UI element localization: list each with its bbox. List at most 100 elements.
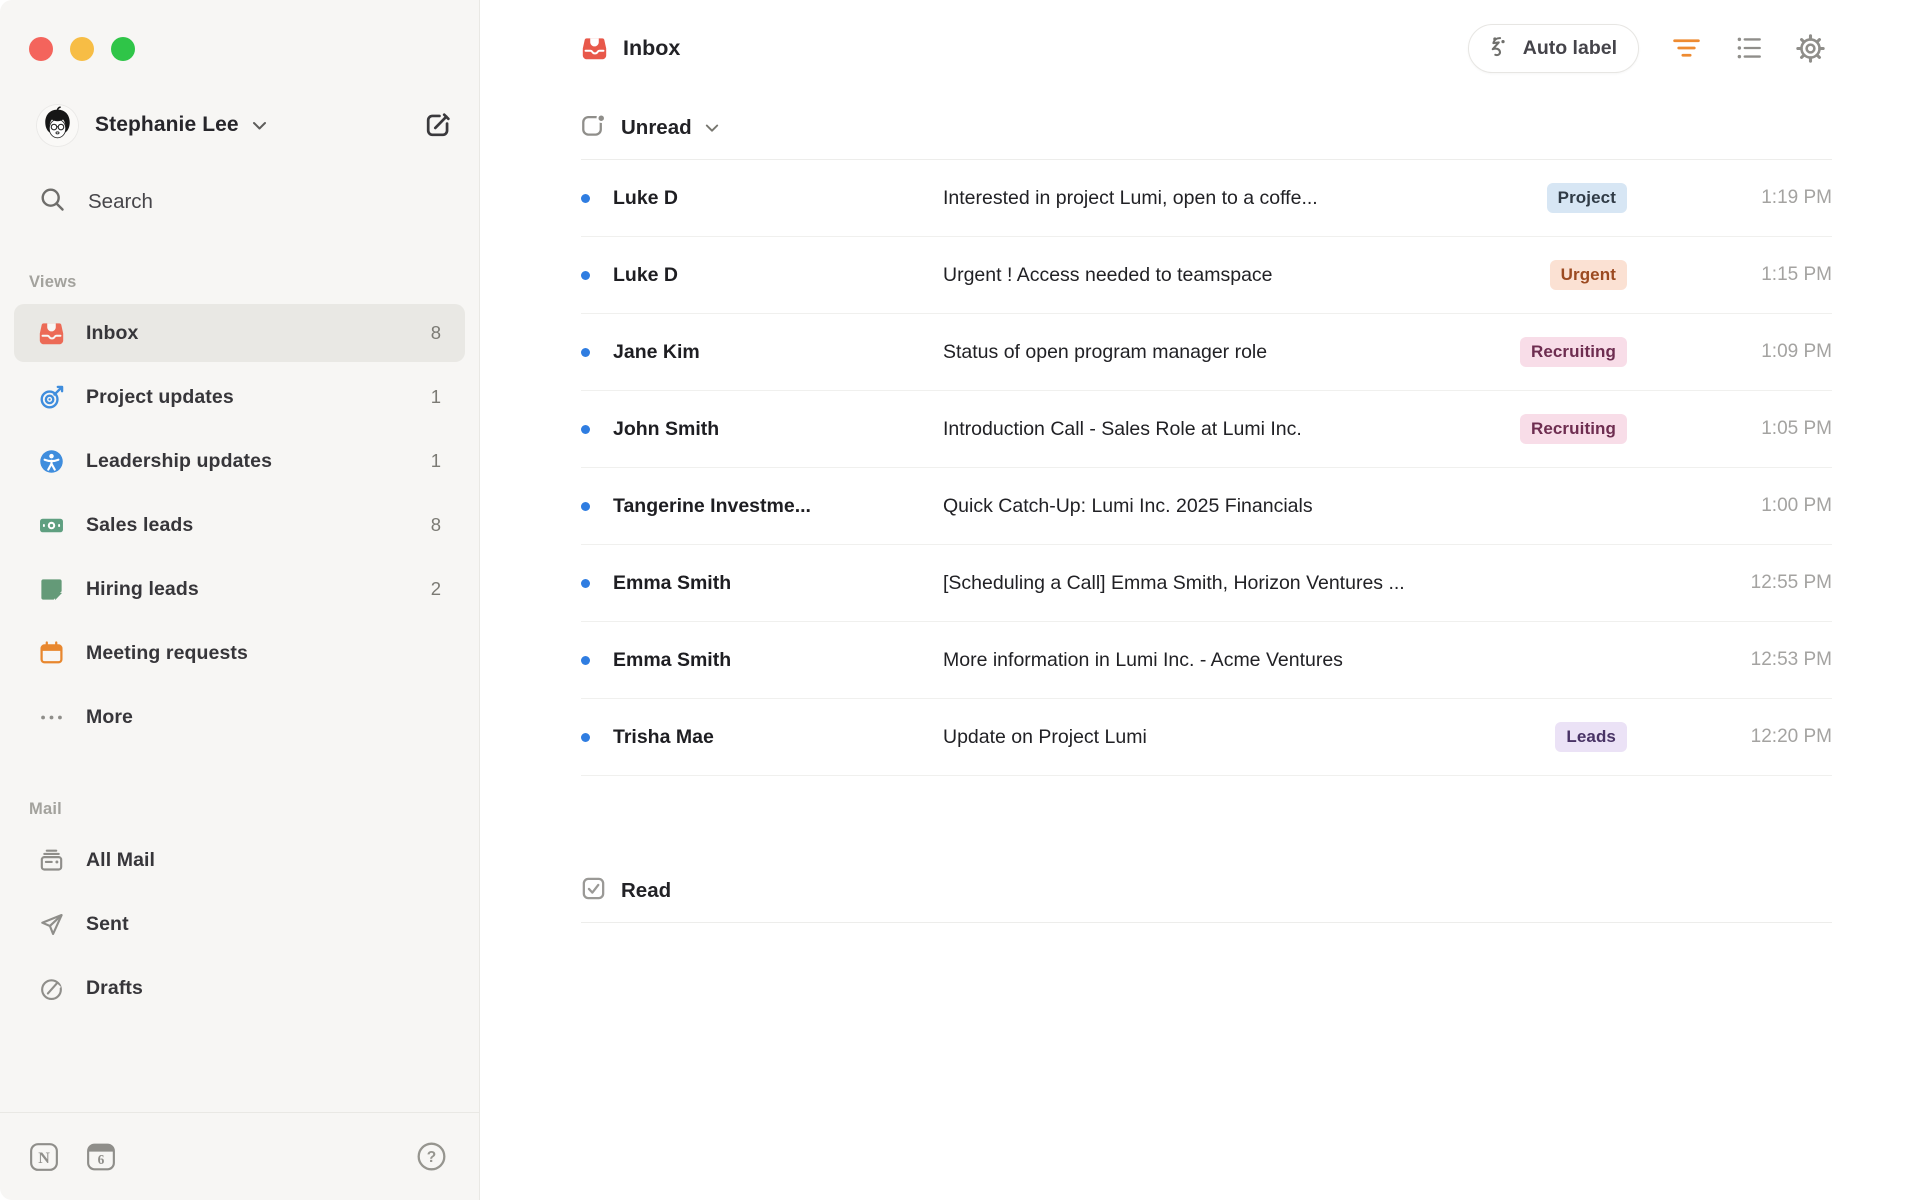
main-panel: Inbox Auto label Unread Luke D Intereste… (480, 0, 1920, 1200)
filter-button[interactable] (1671, 34, 1702, 62)
email-time: 1:19 PM (1761, 187, 1832, 208)
sidebar-item-label: Sent (86, 912, 129, 935)
target-icon (38, 384, 65, 411)
list-view-button[interactable] (1735, 34, 1764, 62)
mail-nav: All Mail Sent Drafts (0, 831, 479, 1023)
sidebar-item-project-updates[interactable]: Project updates 1 (14, 368, 465, 426)
settings-button[interactable] (1795, 33, 1826, 64)
svg-text:6: 6 (98, 1151, 105, 1166)
email-sender: Emma Smith (613, 571, 732, 594)
unread-square-dot-icon (581, 112, 606, 143)
paper-plane-icon (38, 911, 65, 938)
sidebar-item-label: Inbox (86, 321, 139, 344)
account-name: Stephanie Lee (95, 113, 239, 136)
email-sender: Trisha Mae (613, 725, 714, 748)
unread-dot (581, 655, 590, 665)
email-list-area: Unread Luke D Interested in project Lumi… (581, 96, 1832, 923)
email-subject: More information in Lumi Inc. - Acme Ven… (943, 648, 1343, 671)
unread-count-badge: 1 (430, 386, 441, 407)
header-controls: Auto label (1467, 23, 1826, 73)
ellipsis-icon (38, 704, 65, 731)
calendar-app-icon: 6 (87, 1143, 115, 1170)
sidebar-item-leadership-updates[interactable]: Leadership updates 1 (14, 432, 465, 490)
chevron-down-icon (705, 120, 719, 138)
sidebar-item-sales-leads[interactable]: Sales leads 8 (14, 496, 465, 554)
unread-dot (581, 424, 590, 434)
sidebar: Stephanie Lee Search Views Inbox 8 Proje… (0, 0, 480, 1200)
read-group-label: Read (621, 878, 672, 902)
unread-count-badge: 8 (430, 514, 441, 535)
page-title: Inbox (623, 35, 681, 60)
sidebar-item-hiring-leads[interactable]: Hiring leads 2 (14, 560, 465, 618)
all-mail-icon (38, 847, 65, 874)
label-badge: Recruiting (1519, 337, 1627, 367)
email-row[interactable]: Jane Kim Status of open program manager … (581, 314, 1832, 391)
email-row[interactable]: Tangerine Investme... Quick Catch-Up: Lu… (581, 468, 1832, 545)
email-row[interactable]: John Smith Introduction Call - Sales Rol… (581, 391, 1832, 468)
email-sender: Jane Kim (613, 340, 700, 363)
sidebar-item-label: Sales leads (86, 513, 194, 536)
zoom-window-button[interactable] (111, 37, 135, 61)
sidebar-item-inbox[interactable]: Inbox 8 (14, 304, 465, 362)
email-time: 1:09 PM (1761, 341, 1832, 362)
email-row[interactable]: Luke D Interested in project Lumi, open … (581, 160, 1832, 237)
email-row[interactable]: Luke D Urgent ! Access needed to teamspa… (581, 237, 1832, 314)
draft-pencil-icon (38, 975, 65, 1002)
calendar-icon (38, 640, 65, 667)
notion-app-button[interactable]: N (29, 1142, 59, 1172)
email-sender: Tangerine Investme... (613, 494, 811, 517)
close-window-button[interactable] (29, 37, 53, 61)
email-sender: John Smith (613, 417, 720, 440)
sidebar-item-meeting-requests[interactable]: Meeting requests (14, 624, 465, 682)
email-time: 12:55 PM (1750, 572, 1832, 593)
sidebar-item-sent[interactable]: Sent (14, 895, 465, 953)
svg-text:?: ? (427, 1149, 436, 1166)
search-icon (38, 185, 67, 219)
note-icon (38, 576, 65, 603)
views-nav: Inbox 8 Project updates 1 Leadership upd… (0, 304, 479, 752)
email-time: 1:15 PM (1761, 264, 1832, 285)
read-group-header[interactable]: Read (581, 859, 1832, 923)
email-subject: Quick Catch-Up: Lumi Inc. 2025 Financial… (943, 494, 1313, 517)
sidebar-item-label: Hiring leads (86, 577, 199, 600)
label-badge: Urgent (1549, 260, 1627, 290)
email-subject: Update on Project Lumi (943, 725, 1147, 748)
notion-calendar-button[interactable]: 6 (86, 1142, 116, 1172)
email-subject: Interested in project Lumi, open to a co… (943, 186, 1318, 209)
unread-dot (581, 193, 590, 203)
views-section-label: Views (29, 273, 77, 291)
sidebar-item-label: Project updates (86, 385, 234, 408)
email-time: 12:20 PM (1750, 726, 1832, 747)
account-switcher[interactable]: Stephanie Lee (37, 103, 453, 147)
compose-button[interactable] (422, 110, 453, 141)
unread-dot (581, 578, 590, 588)
svg-text:N: N (38, 1149, 50, 1166)
sidebar-item-more[interactable]: More (14, 688, 465, 746)
unread-dot (581, 501, 590, 511)
sidebar-item-label: All Mail (86, 848, 156, 871)
email-row[interactable]: Emma Smith More information in Lumi Inc.… (581, 622, 1832, 699)
unread-group-header[interactable]: Unread (581, 96, 1832, 160)
gear-icon (1796, 33, 1825, 63)
search-button[interactable]: Search (14, 179, 465, 225)
sidebar-item-all-mail[interactable]: All Mail (14, 831, 465, 889)
email-row[interactable]: Trisha Mae Update on Project Lumi Leads … (581, 699, 1832, 776)
sidebar-item-label: Meeting requests (86, 641, 248, 664)
unread-count-badge: 1 (430, 450, 441, 471)
auto-label-button[interactable]: Auto label (1467, 23, 1639, 73)
email-row[interactable]: Emma Smith [Scheduling a Call] Emma Smit… (581, 545, 1832, 622)
minimize-window-button[interactable] (70, 37, 94, 61)
email-subject: Urgent ! Access needed to teamspace (943, 263, 1273, 286)
email-subject: [Scheduling a Call] Emma Smith, Horizon … (943, 571, 1405, 594)
mail-section-label: Mail (29, 800, 62, 818)
label-badge: Leads (1555, 722, 1627, 752)
help-button[interactable]: ? (416, 1141, 447, 1172)
chevron-down-icon (252, 118, 267, 136)
email-subject: Introduction Call - Sales Role at Lumi I… (943, 417, 1302, 440)
banknote-icon (38, 512, 65, 539)
email-subject: Status of open program manager role (943, 340, 1268, 363)
sidebar-item-drafts[interactable]: Drafts (14, 959, 465, 1017)
email-sender: Emma Smith (613, 648, 732, 671)
sidebar-item-label: More (86, 705, 133, 728)
help-icon: ? (417, 1142, 446, 1171)
